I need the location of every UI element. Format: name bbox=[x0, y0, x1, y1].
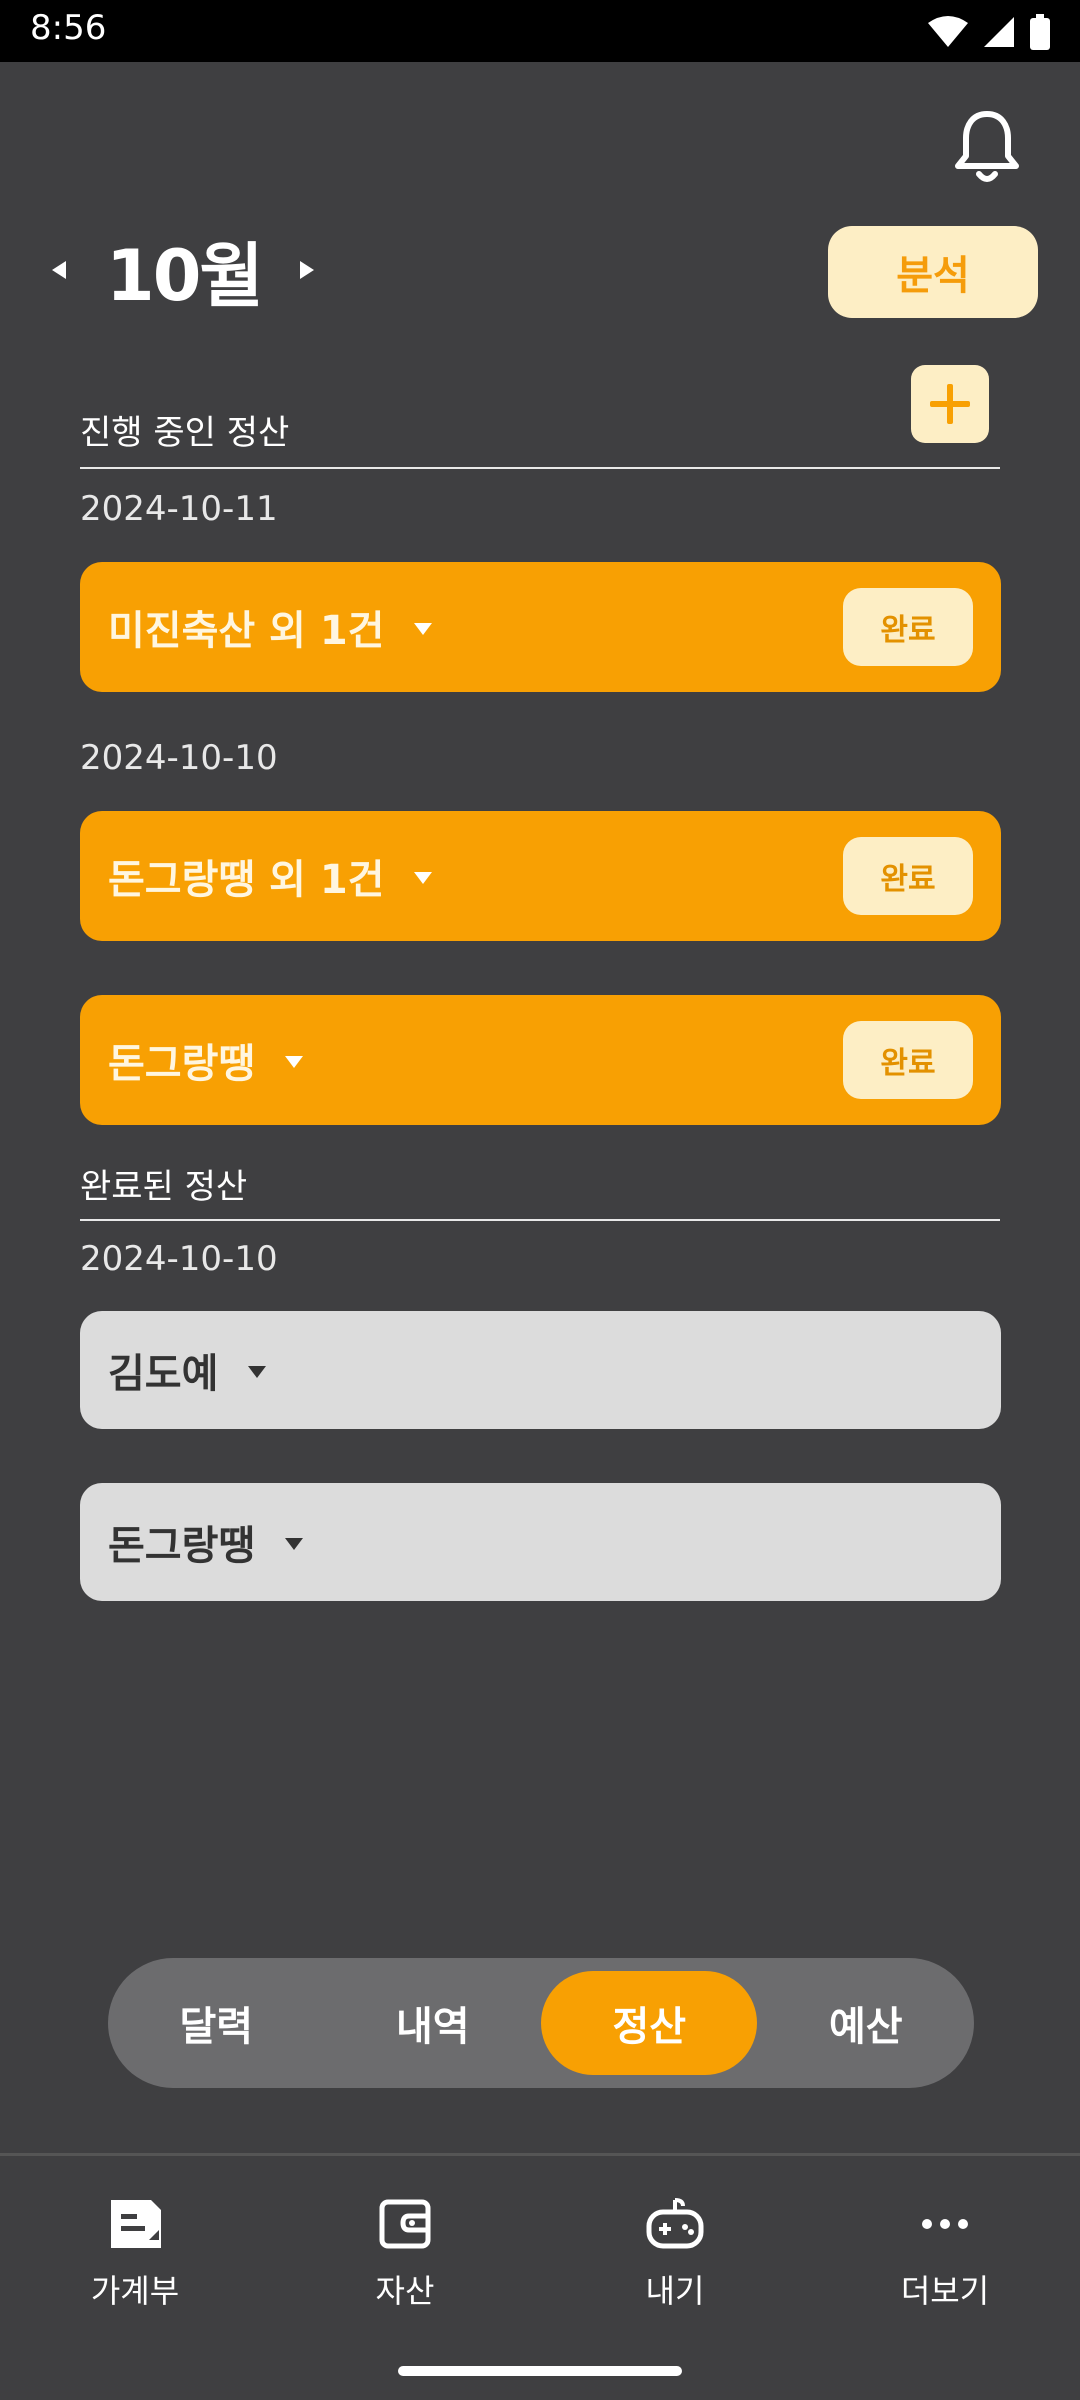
settlement-title: 미진축산 외 1건 bbox=[108, 608, 385, 654]
analysis-button[interactable]: 분석 bbox=[828, 226, 1038, 318]
view-segmented-control: 달력 내역 정산 예산 bbox=[108, 1958, 974, 2088]
home-indicator[interactable] bbox=[398, 2366, 682, 2376]
nav-ledger[interactable]: 가계부 bbox=[35, 2196, 235, 2312]
in-progress-section-label: 진행 중인 정산 bbox=[80, 413, 290, 453]
completed-section-label: 완료된 정산 bbox=[80, 1167, 248, 1207]
segment-settlement[interactable]: 정산 bbox=[541, 1971, 758, 2075]
expand-caret-icon[interactable] bbox=[414, 623, 433, 635]
segment-budget[interactable]: 예산 bbox=[758, 1971, 974, 2075]
previous-month-button[interactable] bbox=[52, 261, 66, 279]
date-label: 2024-10-10 bbox=[80, 1239, 278, 1279]
wallet-icon bbox=[375, 2196, 435, 2252]
completed-settlement-card[interactable]: 돈그랑땡 bbox=[80, 1483, 1001, 1601]
nav-label: 가계부 bbox=[90, 2272, 180, 2310]
nav-more[interactable]: 더보기 bbox=[845, 2196, 1045, 2312]
nav-label: 더보기 bbox=[900, 2272, 990, 2310]
settlement-card[interactable]: 미진축산 외 1건 완료 bbox=[80, 562, 1001, 692]
completed-settlement-card[interactable]: 김도예 bbox=[80, 1311, 1001, 1429]
complete-button[interactable]: 완료 bbox=[843, 1021, 973, 1099]
gamepad-icon bbox=[645, 2196, 705, 2252]
settlement-title: 돈그랑땡 bbox=[108, 1041, 256, 1087]
expand-caret-icon[interactable] bbox=[285, 1056, 304, 1068]
expand-caret-icon[interactable] bbox=[285, 1538, 304, 1550]
signal-icon bbox=[984, 17, 1014, 47]
settlement-card[interactable]: 돈그랑땡 완료 bbox=[80, 995, 1001, 1125]
complete-button[interactable]: 완료 bbox=[843, 837, 973, 915]
add-settlement-button[interactable] bbox=[911, 365, 989, 443]
status-icons bbox=[928, 12, 1050, 52]
segment-history[interactable]: 내역 bbox=[325, 1971, 541, 2075]
settlement-card[interactable]: 돈그랑땡 외 1건 완료 bbox=[80, 811, 1001, 941]
nav-label: 내기 bbox=[645, 2272, 705, 2310]
in-progress-divider bbox=[80, 467, 1000, 469]
settlement-title: 돈그랑땡 외 1건 bbox=[108, 857, 385, 903]
settlement-title: 돈그랑땡 bbox=[108, 1523, 256, 1569]
segment-calendar[interactable]: 달력 bbox=[108, 1971, 324, 2075]
battery-icon bbox=[1030, 14, 1050, 50]
ledger-icon bbox=[105, 2196, 165, 2252]
date-label: 2024-10-10 bbox=[80, 738, 278, 778]
more-icon bbox=[915, 2196, 975, 2252]
next-month-button[interactable] bbox=[299, 261, 314, 279]
month-selector: 10월 bbox=[52, 225, 314, 317]
date-label: 2024-10-11 bbox=[80, 489, 278, 529]
wifi-icon bbox=[928, 16, 968, 47]
settlement-title: 김도예 bbox=[108, 1351, 219, 1397]
expand-caret-icon[interactable] bbox=[248, 1366, 267, 1378]
expand-caret-icon[interactable] bbox=[414, 872, 433, 884]
nav-bets[interactable]: 내기 bbox=[575, 2196, 775, 2312]
status-bar: 8:56 bbox=[0, 0, 1080, 62]
month-title: 10월 bbox=[106, 234, 264, 317]
nav-assets[interactable]: 자산 bbox=[305, 2196, 505, 2312]
bottom-navigation: 가계부 자산 내기 더보기 bbox=[0, 2156, 1080, 2400]
completed-divider bbox=[80, 1219, 1000, 1221]
complete-button[interactable]: 완료 bbox=[843, 588, 973, 666]
nav-label: 자산 bbox=[375, 2272, 435, 2310]
plus-icon bbox=[930, 384, 970, 424]
status-time: 8:56 bbox=[30, 8, 107, 48]
notification-bell-icon[interactable] bbox=[952, 106, 1022, 186]
